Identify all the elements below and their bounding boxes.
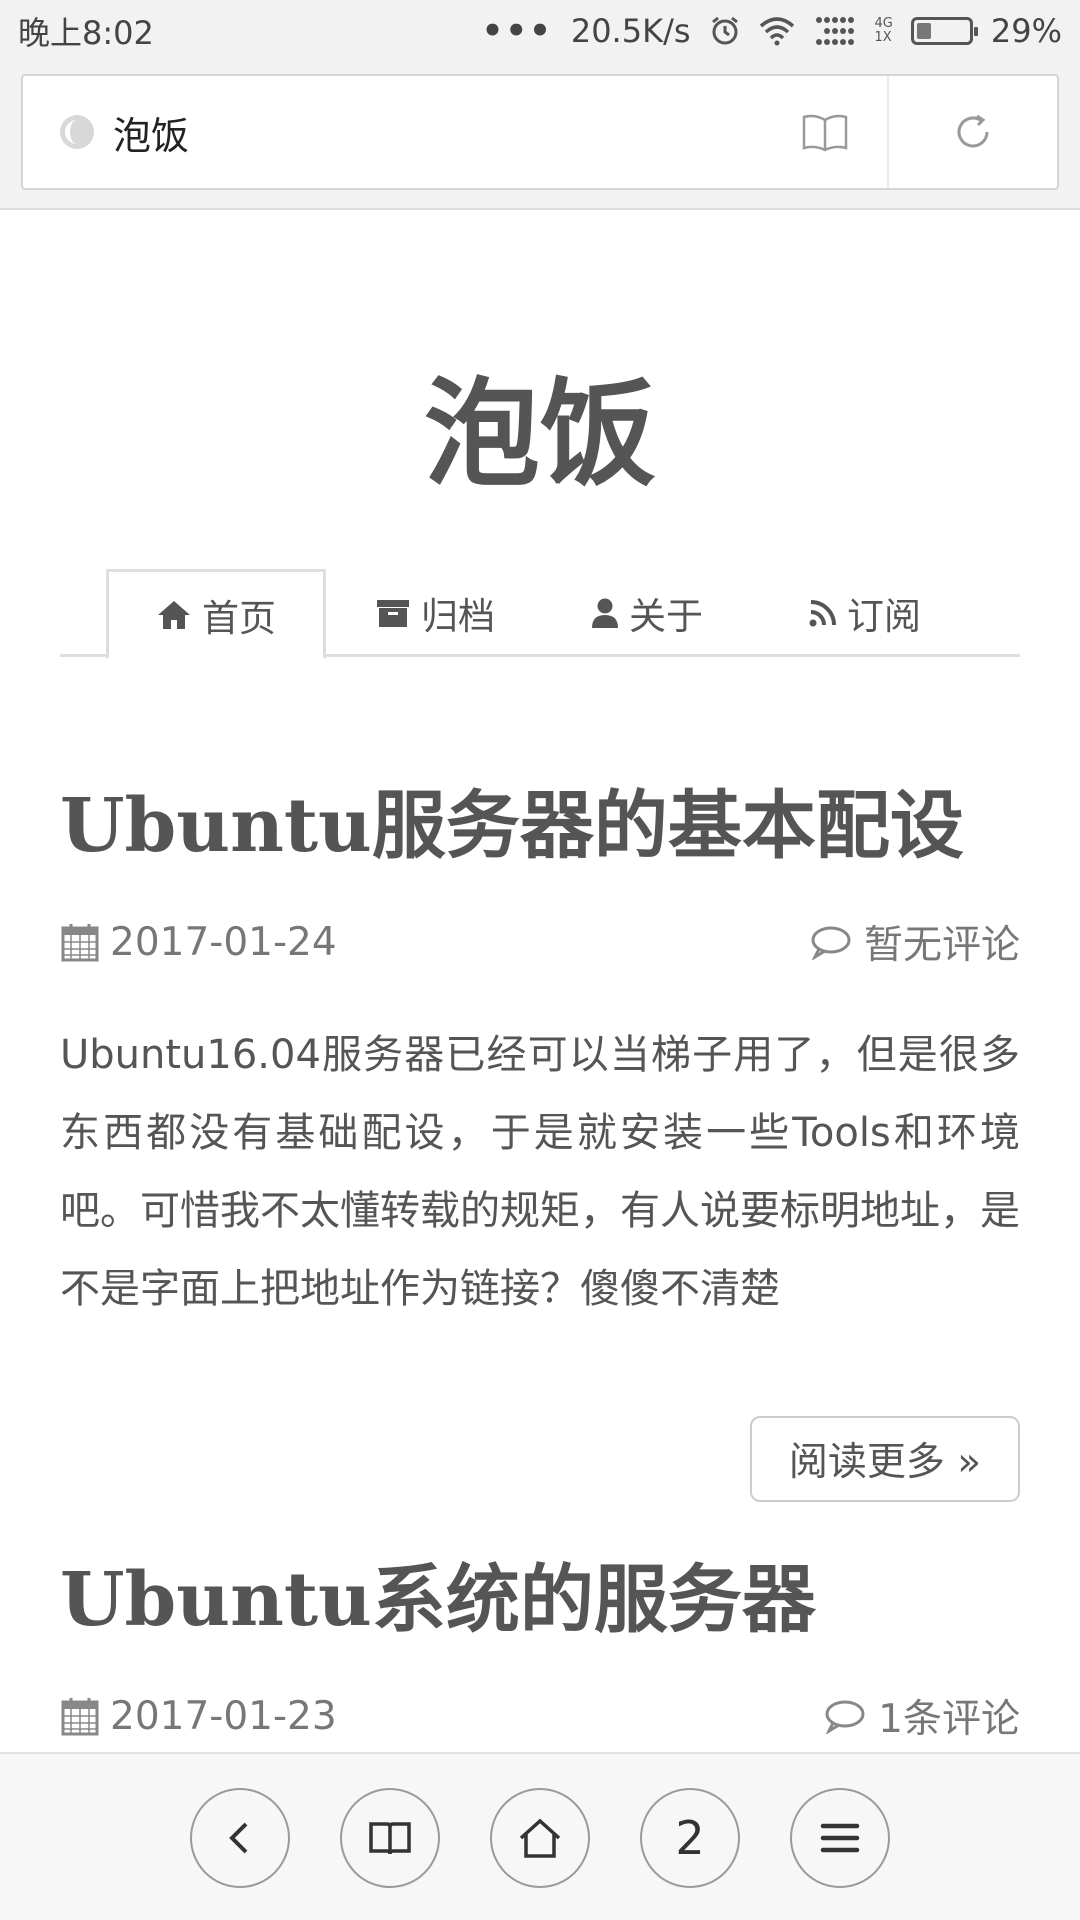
status-indicators: ••• 20.5K/s 4G 1X 29% — [482, 11, 1062, 51]
archive-icon — [377, 600, 409, 627]
status-time: 晚上8:02 — [18, 14, 154, 52]
browser-toolbar: 泡饭 — [0, 62, 1080, 210]
nav-tab-label: 归档 — [421, 595, 495, 638]
menu-button[interactable] — [790, 1788, 890, 1888]
post-date-text: 2017-01-23 — [110, 1693, 337, 1739]
back-icon — [229, 1822, 248, 1854]
nav-tab-subscribe[interactable]: 订阅 — [800, 569, 930, 657]
alarm-icon — [711, 16, 738, 45]
address-text[interactable]: 泡饭 — [113, 105, 763, 160]
post-date: 2017-01-24 — [60, 920, 337, 965]
signal-dots-icon — [815, 17, 854, 45]
calendar-icon — [61, 924, 99, 962]
post-date: 2017-01-23 — [60, 1694, 337, 1739]
calendar-icon — [61, 1698, 99, 1736]
site-favicon-icon — [60, 115, 94, 149]
address-bar[interactable]: 泡饭 — [21, 74, 1059, 190]
network-speed: 20.5K/s — [570, 12, 691, 50]
comment-icon — [811, 926, 851, 960]
rss-icon — [809, 600, 836, 627]
battery-percent: 29% — [990, 12, 1062, 50]
bookmarks-icon — [369, 1822, 411, 1855]
post-excerpt: Ubuntu16.04服务器已经可以当梯子用了，但是很多东西都没有基础配设，于是… — [60, 1032, 1020, 1312]
battery-icon — [910, 17, 978, 45]
nav-tab-about[interactable]: 关于 — [582, 569, 712, 657]
home-icon — [158, 600, 190, 629]
site-title[interactable]: 泡饭 — [0, 365, 1080, 505]
nav-tab-archive[interactable]: 归档 — [360, 569, 510, 657]
tabs-button[interactable]: 2 — [640, 1788, 740, 1888]
user-icon — [592, 598, 618, 628]
nav-tab-label: 首页 — [202, 596, 276, 640]
post-comments[interactable]: 暂无评论 — [810, 914, 1020, 970]
post-comments[interactable]: 1条评论 — [824, 1688, 1020, 1744]
post-meta: 2017-01-23 1条评论 — [60, 1686, 1020, 1746]
home-button[interactable] — [490, 1788, 590, 1888]
comment-icon — [825, 1700, 865, 1734]
post-title[interactable]: Ubuntu系统的服务器 — [60, 1550, 816, 1650]
main-nav: 首页 归档 关于 订阅 — [60, 569, 1020, 660]
home-icon — [519, 1818, 561, 1858]
post-date-text: 2017-01-24 — [110, 919, 337, 965]
nav-tab-home[interactable]: 首页 — [106, 569, 326, 660]
post-comments-text: 暂无评论 — [863, 923, 1020, 968]
nav-tab-label: 订阅 — [847, 595, 921, 638]
post-meta: 2017-01-24 暂无评论 — [60, 912, 1020, 972]
refresh-icon — [957, 114, 989, 148]
refresh-button[interactable] — [889, 76, 1057, 188]
status-bar: 晚上8:02 ••• 20.5K/s 4G 1X 29% — [0, 0, 1080, 62]
bottom-toolbar: 2 — [0, 1752, 1080, 1920]
nav-tab-label: 关于 — [629, 595, 703, 638]
wifi-icon — [759, 17, 794, 46]
more-notifications-icon: ••• — [481, 11, 553, 51]
network-type: 4G 1X — [874, 16, 893, 45]
menu-icon — [820, 1823, 860, 1853]
bookmarks-button[interactable] — [340, 1788, 440, 1888]
read-more-button[interactable]: 阅读更多 » — [750, 1416, 1020, 1502]
book-icon — [802, 114, 848, 152]
post-title[interactable]: Ubuntu服务器的基本配设 — [60, 776, 964, 876]
back-button[interactable] — [190, 1788, 290, 1888]
post-comments-text: 1条评论 — [878, 1697, 1020, 1742]
reader-mode-button[interactable] — [763, 76, 889, 188]
